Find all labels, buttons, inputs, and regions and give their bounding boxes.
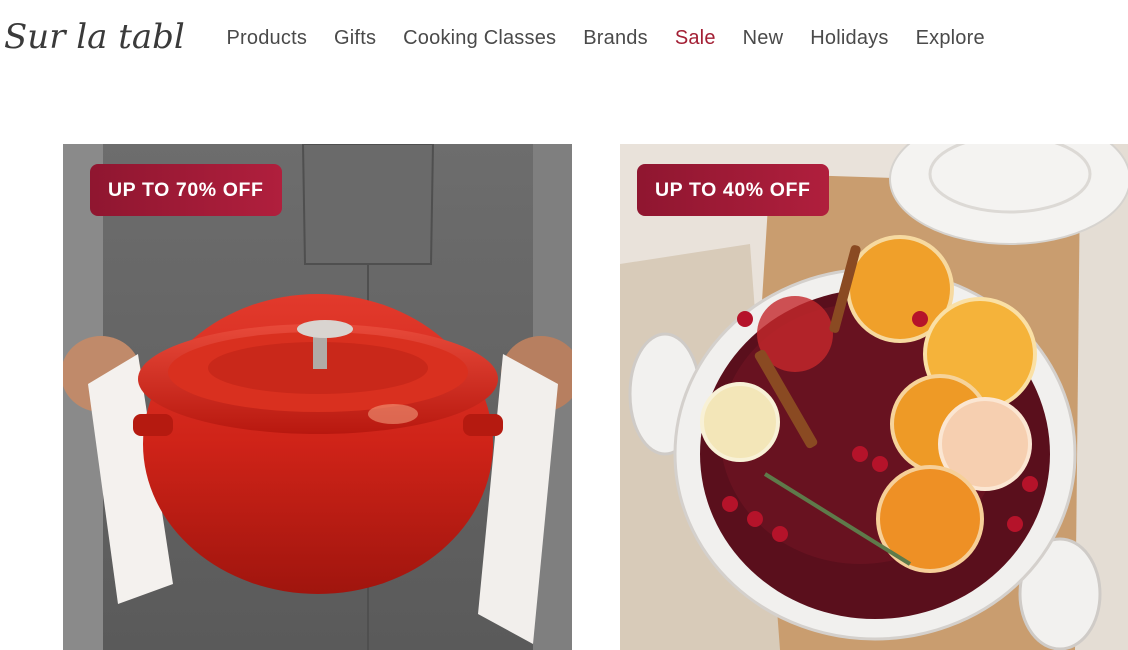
- nav-item-explore[interactable]: Explore: [902, 24, 998, 52]
- nav-item-gifts[interactable]: Gifts: [321, 24, 390, 52]
- nav-item-sale[interactable]: Sale: [661, 24, 729, 52]
- logo-wordmark: Sur la table: [4, 17, 184, 57]
- promo-image-red-cocotte: [63, 144, 572, 650]
- site-header: Sur la table Products Gifts Cooking Clas…: [0, 0, 1128, 80]
- nav-item-cooking-classes[interactable]: Cooking Classes: [390, 24, 570, 52]
- svg-text:Sur la table: Sur la table: [4, 17, 184, 57]
- discount-badge[interactable]: UP TO 70% OFF: [90, 164, 282, 216]
- brand-logo[interactable]: Sur la table: [4, 8, 184, 58]
- nav-item-brands[interactable]: Brands: [570, 24, 662, 52]
- main-nav: Products Gifts Cooking Classes Brands Sa…: [213, 24, 998, 52]
- promo-card-dutch-oven[interactable]: UP TO 40% OFF: [620, 144, 1128, 650]
- promo-card-cookware[interactable]: UP TO 70% OFF: [63, 144, 572, 650]
- nav-item-holidays[interactable]: Holidays: [797, 24, 902, 52]
- nav-item-products[interactable]: Products: [213, 24, 321, 52]
- nav-item-new[interactable]: New: [729, 24, 797, 52]
- promo-image-mulled-cider-pot: [620, 144, 1128, 650]
- discount-badge[interactable]: UP TO 40% OFF: [637, 164, 829, 216]
